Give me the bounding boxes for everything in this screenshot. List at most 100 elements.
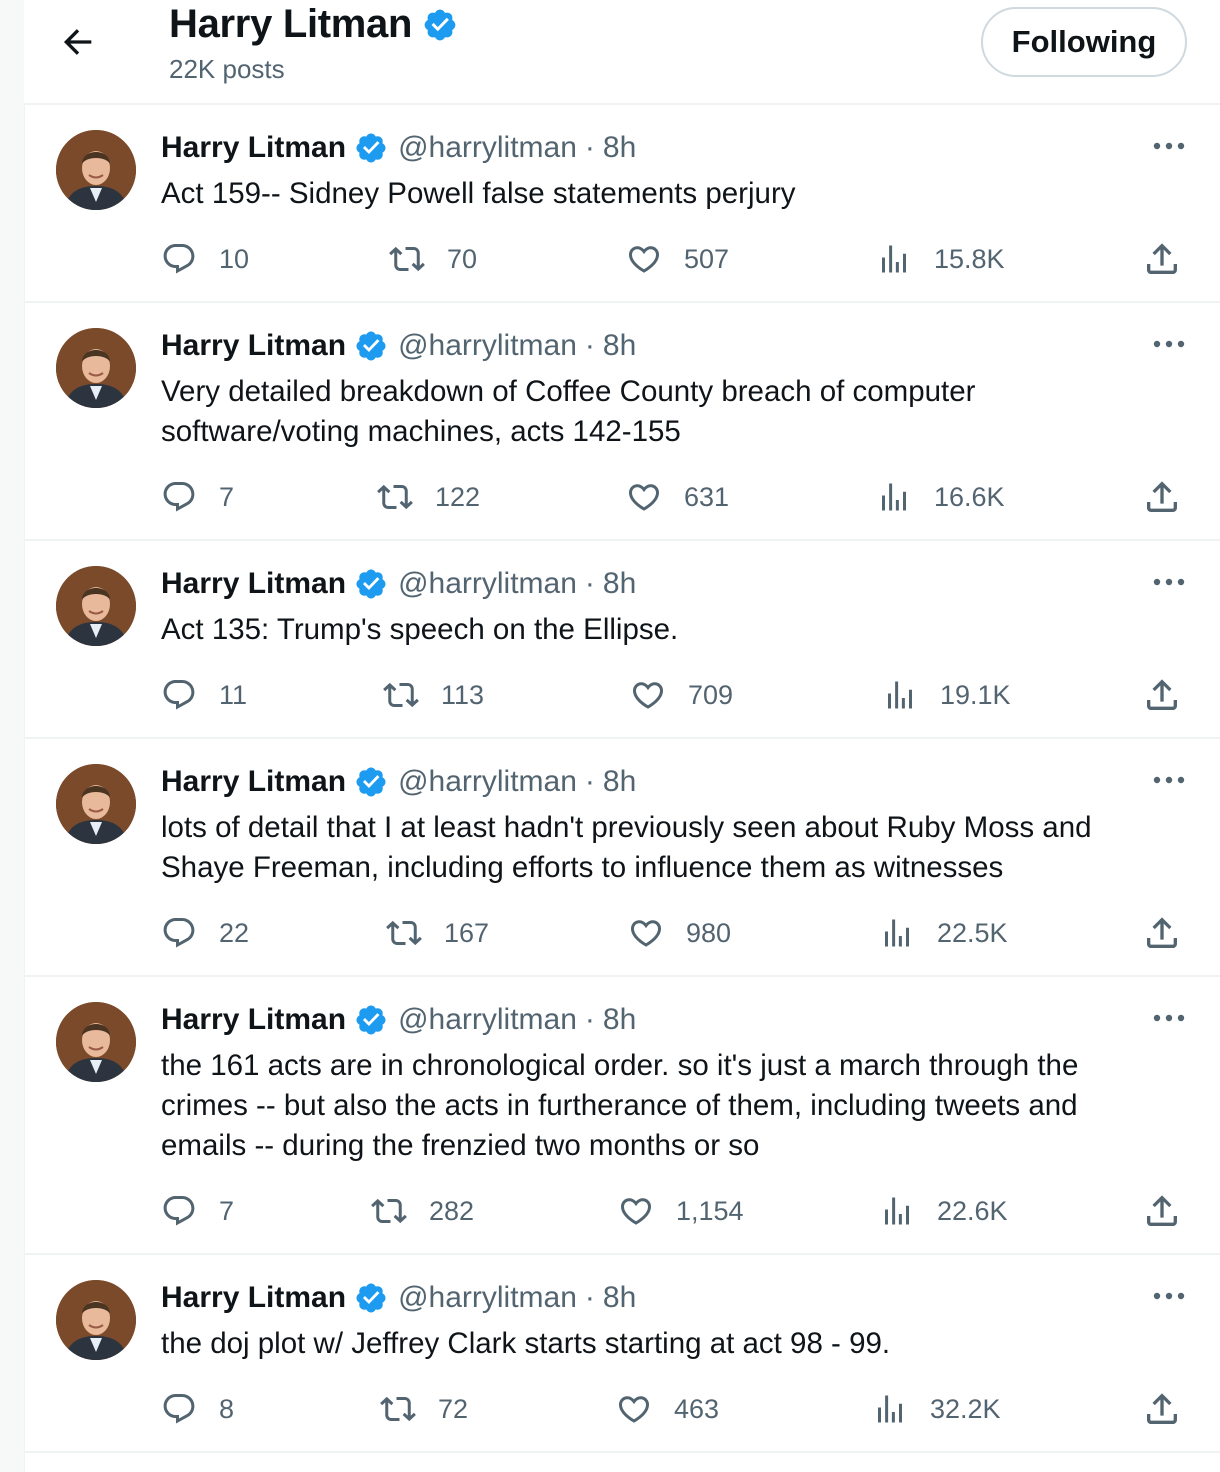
- author-handle[interactable]: @harrylitman: [398, 329, 577, 363]
- profile-name-label: Harry Litman: [169, 2, 413, 46]
- author-handle[interactable]: @harrylitman: [398, 131, 577, 165]
- separator-dot: ·: [584, 1003, 595, 1036]
- share-button[interactable]: [1142, 1389, 1182, 1429]
- tweet[interactable]: Harry Litman @harrylitman · 8h the doj p…: [24, 1253, 1220, 1453]
- tweet[interactable]: Harry Litman @harrylitman · 8h lots of d…: [24, 737, 1220, 977]
- like-icon: [620, 1198, 652, 1225]
- verified-badge-icon: [356, 569, 386, 599]
- back-button[interactable]: [58, 22, 98, 62]
- tweet-text: Act 159-- Sidney Powell false statements…: [161, 177, 796, 210]
- repost-button[interactable]: 282: [371, 1191, 474, 1231]
- reply-button[interactable]: 7: [161, 477, 234, 517]
- views-icon: [885, 919, 909, 947]
- avatar-image: [56, 130, 136, 210]
- share-button[interactable]: [1142, 477, 1182, 517]
- like-count: 709: [688, 679, 734, 710]
- views-button[interactable]: 16.6K: [876, 477, 1005, 517]
- like-button[interactable]: 1,154: [618, 1191, 744, 1231]
- reply-button[interactable]: 7: [161, 1191, 234, 1231]
- separator-dot: ·: [584, 329, 595, 362]
- author-handle[interactable]: @harrylitman: [398, 1003, 577, 1037]
- like-count: 631: [684, 481, 730, 512]
- reply-count: 22: [219, 917, 250, 948]
- like-button[interactable]: 631: [626, 477, 729, 517]
- author-name[interactable]: Harry Litman: [161, 1003, 346, 1037]
- views-icon: [882, 483, 906, 511]
- tweet[interactable]: Harry Litman @harrylitman · 8h Act 135: …: [24, 539, 1220, 739]
- author-handle[interactable]: @harrylitman: [398, 765, 577, 799]
- views-button[interactable]: 32.2K: [872, 1389, 1001, 1429]
- share-button[interactable]: [1142, 675, 1182, 715]
- reply-count: 8: [219, 1393, 235, 1424]
- views-button[interactable]: 19.1K: [882, 675, 1011, 715]
- like-button[interactable]: 507: [626, 239, 729, 279]
- reply-button[interactable]: 11: [161, 675, 247, 715]
- tweet[interactable]: Harry Litman @harrylitman · 8h Very deta…: [24, 301, 1220, 541]
- repost-button[interactable]: 70: [389, 239, 477, 279]
- avatar[interactable]: [56, 566, 136, 646]
- share-button[interactable]: [1142, 1191, 1182, 1231]
- more-button[interactable]: [1152, 770, 1186, 790]
- more-icon: [1153, 340, 1185, 348]
- views-button[interactable]: 22.5K: [879, 913, 1008, 953]
- separator-dot: ·: [584, 131, 595, 164]
- more-button[interactable]: [1152, 1008, 1186, 1028]
- following-button[interactable]: Following: [981, 7, 1187, 77]
- tweet[interactable]: Harry Litman @harrylitman · 8h Act 159--…: [24, 103, 1220, 303]
- author-handle[interactable]: @harrylitman: [398, 567, 577, 601]
- timestamp[interactable]: 8h: [603, 1003, 636, 1037]
- avatar-image: [56, 1002, 136, 1082]
- like-button[interactable]: 709: [630, 675, 733, 715]
- more-button[interactable]: [1152, 572, 1186, 592]
- more-button[interactable]: [1152, 334, 1186, 354]
- reply-count: 7: [219, 1195, 235, 1226]
- share-button[interactable]: [1142, 913, 1182, 953]
- share-button[interactable]: [1142, 239, 1182, 279]
- timestamp[interactable]: 8h: [603, 329, 636, 363]
- avatar[interactable]: [56, 130, 136, 210]
- repost-button[interactable]: 72: [380, 1389, 468, 1429]
- repost-count: 282: [429, 1195, 475, 1226]
- avatar[interactable]: [56, 328, 136, 408]
- author-name[interactable]: Harry Litman: [161, 131, 346, 165]
- avatar[interactable]: [56, 1280, 136, 1360]
- repost-icon: [389, 246, 425, 272]
- post-count: 22K posts: [169, 54, 285, 84]
- like-button[interactable]: 463: [616, 1389, 719, 1429]
- timestamp[interactable]: 8h: [603, 1281, 636, 1315]
- views-button[interactable]: 15.8K: [876, 239, 1005, 279]
- timestamp[interactable]: 8h: [603, 131, 636, 165]
- more-button[interactable]: [1152, 1286, 1186, 1306]
- author-name[interactable]: Harry Litman: [161, 765, 346, 799]
- reply-button[interactable]: 22: [161, 913, 249, 953]
- reply-button[interactable]: 8: [161, 1389, 234, 1429]
- reply-icon: [163, 482, 195, 512]
- timestamp[interactable]: 8h: [603, 765, 636, 799]
- more-button[interactable]: [1152, 136, 1186, 156]
- reply-button[interactable]: 10: [161, 239, 249, 279]
- avatar[interactable]: [56, 764, 136, 844]
- repost-count: 70: [447, 243, 478, 274]
- tweet-text: the doj plot w/ Jeffrey Clark starts sta…: [161, 1327, 891, 1360]
- timestamp[interactable]: 8h: [603, 567, 636, 601]
- author-name[interactable]: Harry Litman: [161, 567, 346, 601]
- tweet-text: the 161 acts are in chronological order.…: [161, 1049, 1079, 1162]
- avatar[interactable]: [56, 1002, 136, 1082]
- share-icon: [1147, 679, 1177, 710]
- more-icon: [1153, 142, 1185, 150]
- tweet[interactable]: Harry Litman @harrylitman · 8h the 161 a…: [24, 975, 1220, 1255]
- like-count: 463: [674, 1393, 720, 1424]
- author-name[interactable]: Harry Litman: [161, 329, 346, 363]
- avatar-image: [56, 566, 136, 646]
- repost-count: 167: [444, 917, 490, 948]
- like-icon: [630, 920, 662, 947]
- tweet-actions: 8 72 463 32.2K: [24, 1389, 1220, 1429]
- author-name[interactable]: Harry Litman: [161, 1281, 346, 1315]
- repost-button[interactable]: 113: [383, 675, 484, 715]
- repost-button[interactable]: 167: [386, 913, 489, 953]
- views-button[interactable]: 22.6K: [879, 1191, 1008, 1231]
- author-handle[interactable]: @harrylitman: [398, 1281, 577, 1315]
- repost-button[interactable]: 122: [377, 477, 480, 517]
- like-button[interactable]: 980: [628, 913, 731, 953]
- share-icon: [1147, 917, 1177, 948]
